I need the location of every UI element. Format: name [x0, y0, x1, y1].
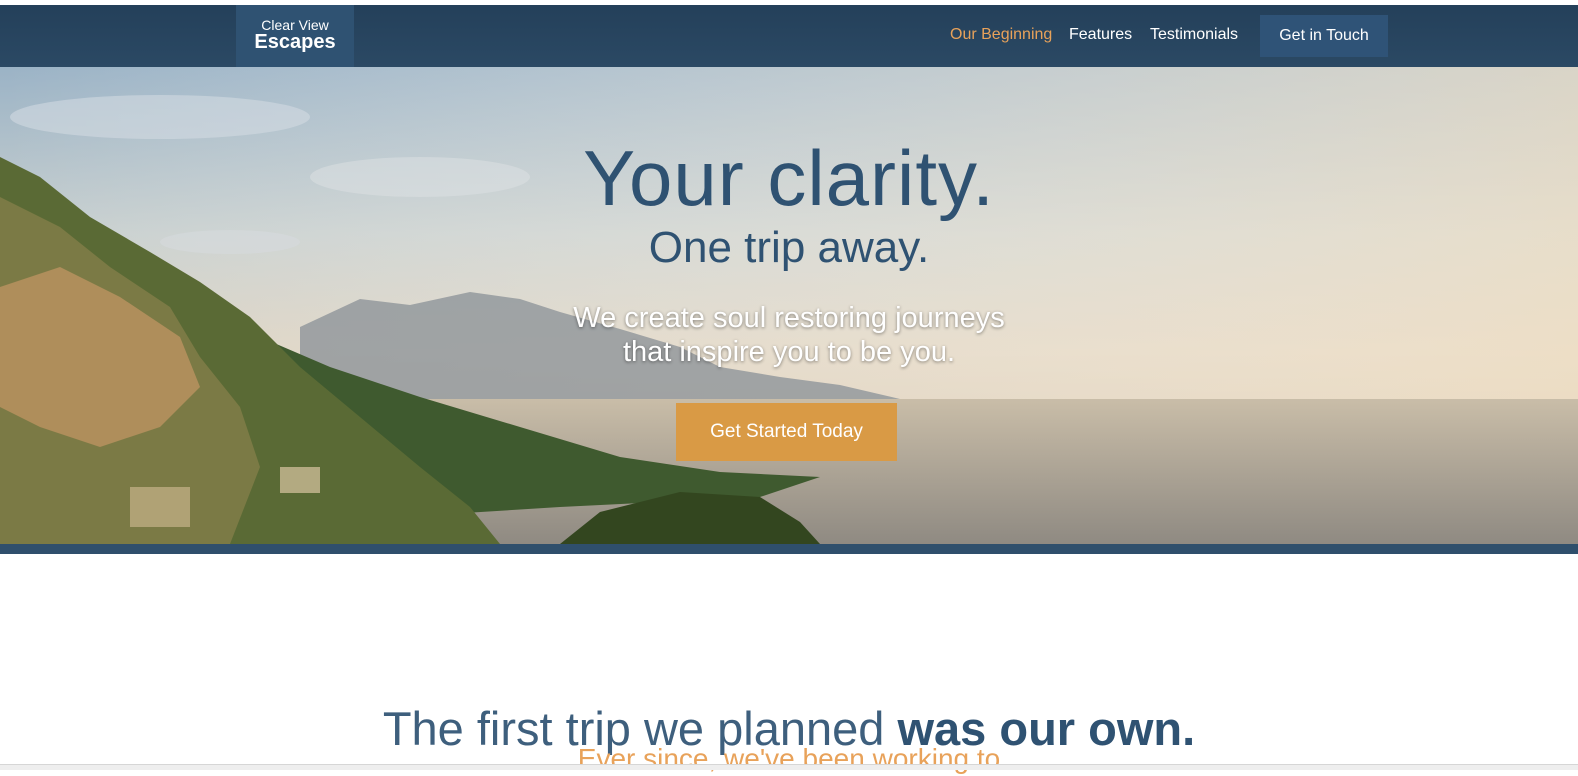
hero-description: We create soul restoring journeys that i… [0, 301, 1578, 369]
window-bottom-edge [0, 764, 1578, 770]
site-logo[interactable]: Clear View Escapes [236, 5, 354, 67]
get-in-touch-button[interactable]: Get in Touch [1260, 15, 1388, 57]
nav-link-our-beginning[interactable]: Our Beginning [950, 26, 1052, 44]
nav-link-testimonials[interactable]: Testimonials [1150, 26, 1238, 44]
section-subtitle: Ever since, we've been working to [577, 743, 1001, 774]
hero-subtitle: One trip away. [648, 223, 930, 272]
hero-description-line-1: We create soul restoring journeys [573, 302, 1005, 334]
hero-description-line-2: that inspire you to be you. [622, 336, 956, 368]
hero-bottom-border [0, 544, 1578, 554]
hero-section: Your clarity. One trip away. We create s… [0, 67, 1578, 544]
hero-title: Your clarity. [583, 134, 995, 222]
nav-link-features[interactable]: Features [1069, 26, 1132, 44]
logo-line-2: Escapes [254, 31, 336, 53]
navbar: Clear View Escapes Our Beginning Feature… [0, 5, 1578, 67]
get-started-today-button[interactable]: Get Started Today [676, 403, 897, 461]
